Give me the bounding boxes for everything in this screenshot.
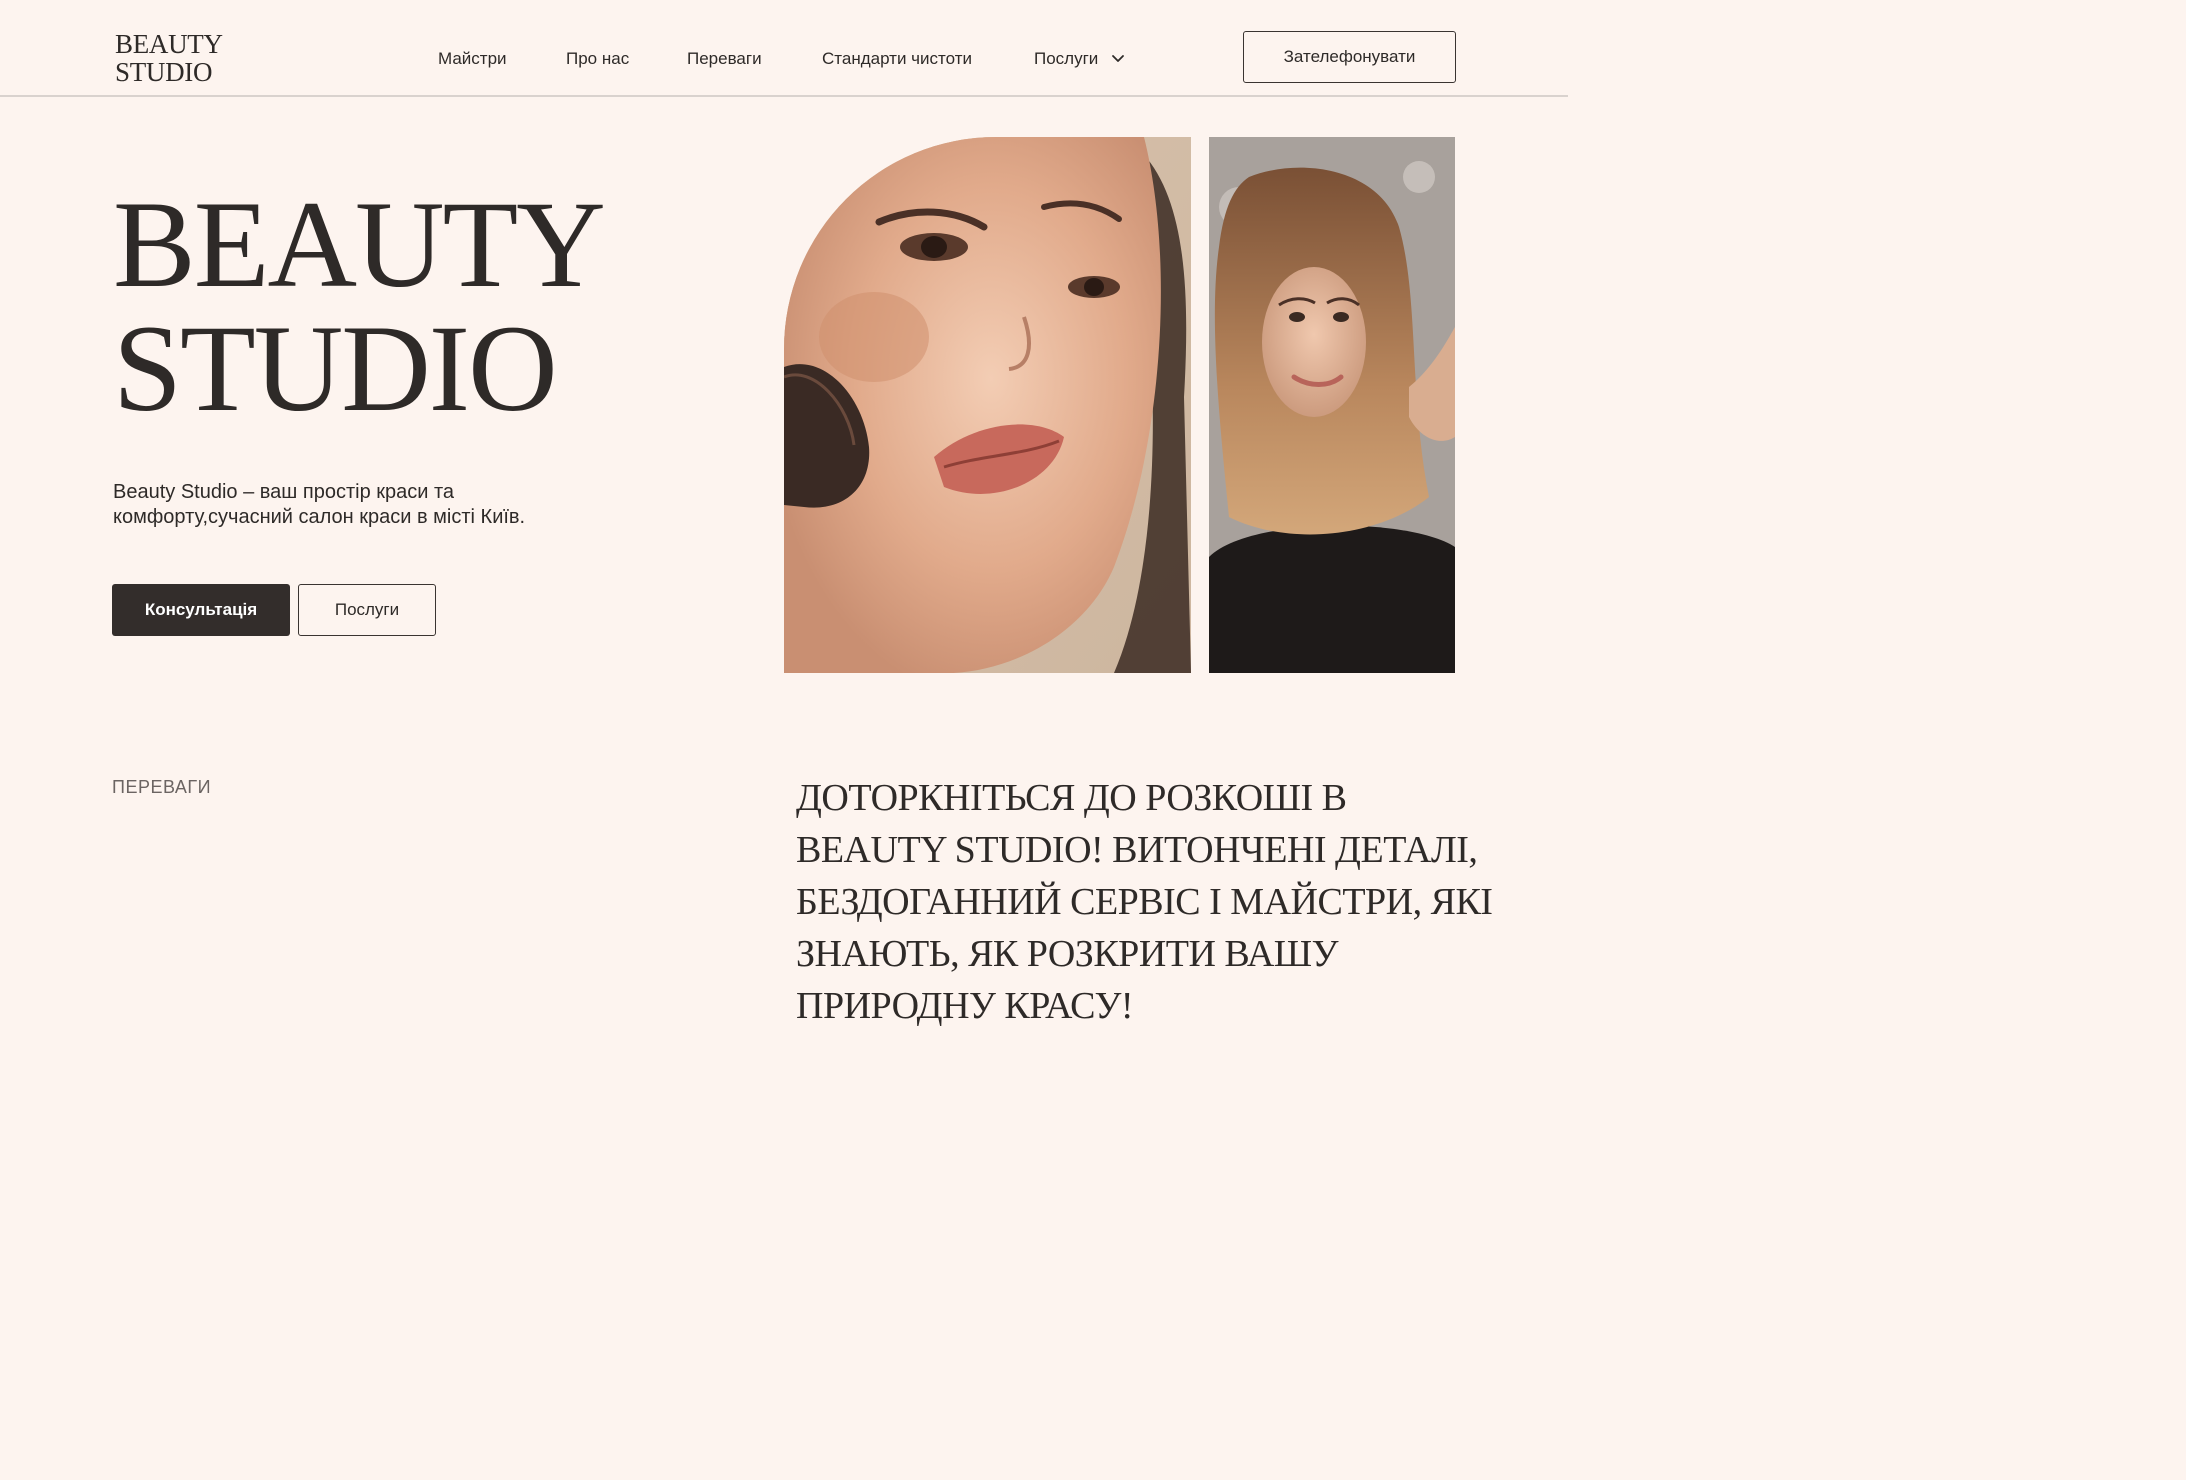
benefits-label: ПЕРЕВАГИ bbox=[112, 777, 212, 797]
consultation-button[interactable]: Консультація bbox=[112, 584, 290, 636]
benefits-text: ДОТОРКНІТЬСЯ ДО РОЗКОШІ В BEAUTY STUDIO!… bbox=[796, 777, 1493, 1027]
makeup-photo-illustration bbox=[784, 137, 1191, 673]
logo-line-1: BEAUTY bbox=[115, 29, 223, 59]
hero-title: BEAUTY STUDIO bbox=[113, 176, 606, 437]
hero-photo-hair bbox=[1209, 137, 1455, 673]
nav-item-benefits[interactable]: Переваги bbox=[687, 47, 762, 71]
nav-item-masters[interactable]: Майстри bbox=[438, 47, 507, 71]
nav-item-about[interactable]: Про нас bbox=[566, 47, 629, 71]
site-header: BEAUTY STUDIO Майстри Про нас Переваги С… bbox=[0, 0, 1568, 97]
services-button[interactable]: Послуги bbox=[298, 584, 436, 636]
chevron-down-icon bbox=[1112, 55, 1124, 62]
hair-photo-illustration bbox=[1209, 137, 1455, 673]
nav-item-services[interactable]: Послуги bbox=[1034, 47, 1125, 71]
logo[interactable]: BEAUTY STUDIO bbox=[115, 30, 223, 86]
hero-description: Beauty Studio – ваш простір краси та ком… bbox=[113, 481, 526, 528]
hero-title-line-1: BEAUTY bbox=[113, 176, 606, 313]
hero-photo-makeup bbox=[784, 137, 1191, 673]
hero-title-line-2: STUDIO bbox=[113, 300, 558, 437]
call-button[interactable]: Зателефонувати bbox=[1243, 31, 1456, 83]
logo-line-2: STUDIO bbox=[115, 57, 213, 87]
nav-item-cleanliness[interactable]: Стандарти чистоти bbox=[822, 47, 972, 71]
nav-item-services-label: Послуги bbox=[1034, 49, 1099, 68]
